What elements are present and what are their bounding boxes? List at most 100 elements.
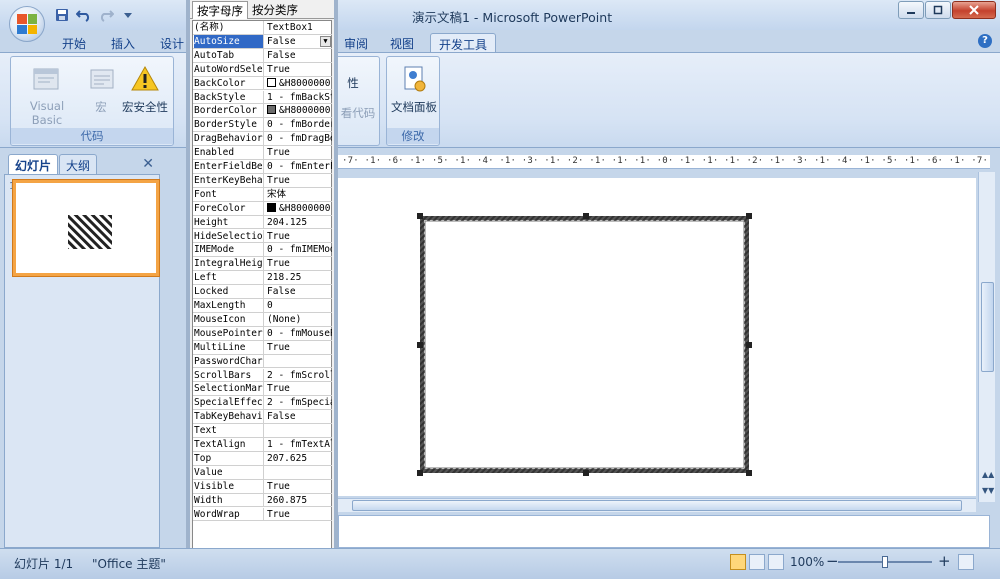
tab-developer[interactable]: 开发工具 xyxy=(430,33,497,53)
tab-slides[interactable]: 幻灯片 xyxy=(8,154,59,174)
property-row[interactable]: ForeColor &H8000000 xyxy=(193,201,332,216)
property-value[interactable]: True xyxy=(265,480,332,493)
zoom-level[interactable]: 100% xyxy=(790,555,824,569)
property-value[interactable]: True xyxy=(265,341,332,354)
document-panel-button[interactable]: 文档面板 xyxy=(389,63,439,115)
tab-outline[interactable]: 大纲 xyxy=(59,154,98,174)
resize-handle-e[interactable] xyxy=(746,342,752,348)
property-row[interactable]: BorderStyle 0 - fmBorder xyxy=(193,118,332,133)
property-value[interactable]: 0 - fmIMEMode xyxy=(265,243,332,256)
property-row[interactable]: Top 207.625 xyxy=(193,451,332,466)
property-row[interactable]: AutoTab False xyxy=(193,48,332,63)
property-row[interactable]: Visible True xyxy=(193,479,332,494)
visual-basic-button[interactable]: Visual Basic xyxy=(15,63,79,127)
property-row[interactable]: BackStyle1 - fmBackStyle xyxy=(193,90,332,105)
property-value[interactable]: &H8000000 xyxy=(265,202,332,215)
property-value[interactable]: 0 - fmBorder xyxy=(265,118,332,131)
horizontal-scroll-thumb[interactable] xyxy=(352,500,962,511)
property-value[interactable]: False xyxy=(265,285,332,298)
slide-sorter-button[interactable] xyxy=(749,554,765,570)
property-row[interactable]: TabKeyBehaviorFalse xyxy=(193,410,332,425)
office-button[interactable] xyxy=(9,6,45,42)
undo-icon[interactable] xyxy=(76,7,92,23)
properties-button[interactable]: 性 xyxy=(338,75,368,91)
property-row[interactable]: Text xyxy=(193,424,332,438)
property-row[interactable]: MultiLine True xyxy=(193,340,332,355)
property-row[interactable]: HideSelection True xyxy=(193,229,332,244)
property-row[interactable]: Height 204.125 xyxy=(193,215,332,230)
close-pane-icon[interactable]: ✕ xyxy=(142,156,154,172)
property-row[interactable]: MaxLength 0 xyxy=(193,299,332,313)
property-value[interactable]: 1 - fmBackStyle xyxy=(265,91,332,104)
property-row[interactable]: Font 宋体 xyxy=(193,187,332,202)
help-icon[interactable]: ? xyxy=(978,34,992,48)
property-row[interactable]: BackColor &H8000000 xyxy=(193,76,332,91)
property-value[interactable]: 0 - fmMouseP xyxy=(265,327,332,340)
property-value[interactable]: &H8000000 xyxy=(265,104,332,117)
property-value[interactable]: 207.625 xyxy=(265,452,332,465)
property-value[interactable]: 1 - fmTextAl xyxy=(265,438,332,451)
dropdown-arrow-icon[interactable]: ▼ xyxy=(320,35,331,47)
property-row[interactable]: Left 218.25 xyxy=(193,271,332,286)
property-row[interactable]: BorderColor &H8000000 xyxy=(193,104,332,119)
property-row[interactable]: Value xyxy=(193,465,332,480)
property-value[interactable] xyxy=(265,466,332,479)
property-value[interactable]: True xyxy=(265,257,332,270)
horizontal-scrollbar[interactable] xyxy=(338,498,976,512)
property-row[interactable]: SelectionMarginTrue xyxy=(193,382,332,397)
property-value[interactable]: 204.125 xyxy=(265,216,332,229)
redo-icon[interactable] xyxy=(98,7,114,23)
tab-home[interactable]: 开始 xyxy=(54,33,94,53)
close-button[interactable] xyxy=(952,1,996,19)
property-row[interactable]: AutoSize False ▼ xyxy=(193,34,332,49)
tab-review[interactable]: 审阅 xyxy=(336,33,376,53)
resize-handle-s[interactable] xyxy=(583,470,589,476)
resize-handle-se[interactable] xyxy=(746,470,752,476)
tab-insert[interactable]: 插入 xyxy=(103,33,143,53)
tab-view[interactable]: 视图 xyxy=(382,33,422,53)
property-value[interactable]: 宋体 xyxy=(265,188,332,201)
next-slide-icon[interactable]: ▼▼ xyxy=(982,486,994,495)
property-value[interactable]: True xyxy=(265,146,332,159)
property-row[interactable]: (名称) TextBox1 xyxy=(193,21,332,35)
property-row[interactable]: Width 260.875 xyxy=(193,493,332,508)
property-value[interactable]: False xyxy=(265,49,332,62)
property-row[interactable]: EnterFieldBehavior0 - fmEnterF xyxy=(193,160,332,174)
property-value[interactable]: 2 - fmScrollB xyxy=(265,369,332,382)
minimize-button[interactable] xyxy=(898,1,924,19)
view-code-button[interactable]: 看代码 xyxy=(338,105,378,121)
property-value[interactable]: TextBox1 xyxy=(265,21,332,34)
property-value[interactable]: 260.875 xyxy=(265,494,332,507)
notes-pane[interactable] xyxy=(338,515,990,548)
resize-handle-sw[interactable] xyxy=(417,470,423,476)
normal-view-button[interactable] xyxy=(730,554,746,570)
property-row[interactable]: Locked False xyxy=(193,285,332,299)
fit-to-window-button[interactable] xyxy=(958,554,974,570)
slide-thumbnail[interactable] xyxy=(13,180,159,276)
property-value[interactable]: True xyxy=(265,230,332,243)
zoom-slider[interactable] xyxy=(838,556,932,568)
property-value[interactable]: 0 - fmEnterF xyxy=(265,160,332,173)
property-value[interactable] xyxy=(265,424,332,437)
property-row[interactable]: EnterKeyBehaviorTrue xyxy=(193,173,332,188)
slide-show-button[interactable] xyxy=(768,554,784,570)
property-row[interactable]: AutoWordSelectTrue xyxy=(193,62,332,77)
property-value[interactable]: 0 - fmDragBe xyxy=(265,132,332,145)
vertical-scroll-thumb[interactable] xyxy=(981,282,994,372)
resize-handle-w[interactable] xyxy=(417,342,423,348)
tab-alphabetic[interactable]: 按字母序 xyxy=(192,1,248,19)
zoom-out-button[interactable]: − xyxy=(826,552,839,570)
zoom-slider-knob[interactable] xyxy=(882,556,888,568)
resize-handle-n[interactable] xyxy=(583,213,589,219)
property-row[interactable]: TextAlign 1 - fmTextAl xyxy=(193,438,332,452)
vertical-scrollbar[interactable]: ▲▲ ▼▼ xyxy=(978,172,995,502)
property-value[interactable]: True xyxy=(265,174,332,187)
resize-handle-ne[interactable] xyxy=(746,213,752,219)
prev-slide-icon[interactable]: ▲▲ xyxy=(982,470,994,479)
zoom-in-button[interactable]: + xyxy=(938,552,951,570)
property-value[interactable]: True xyxy=(265,382,332,395)
property-value[interactable]: &H8000000 xyxy=(265,77,332,90)
textbox-control[interactable] xyxy=(417,213,752,476)
property-row[interactable]: IntegralHeightTrue xyxy=(193,257,332,272)
macros-button[interactable]: 宏 xyxy=(87,63,115,115)
